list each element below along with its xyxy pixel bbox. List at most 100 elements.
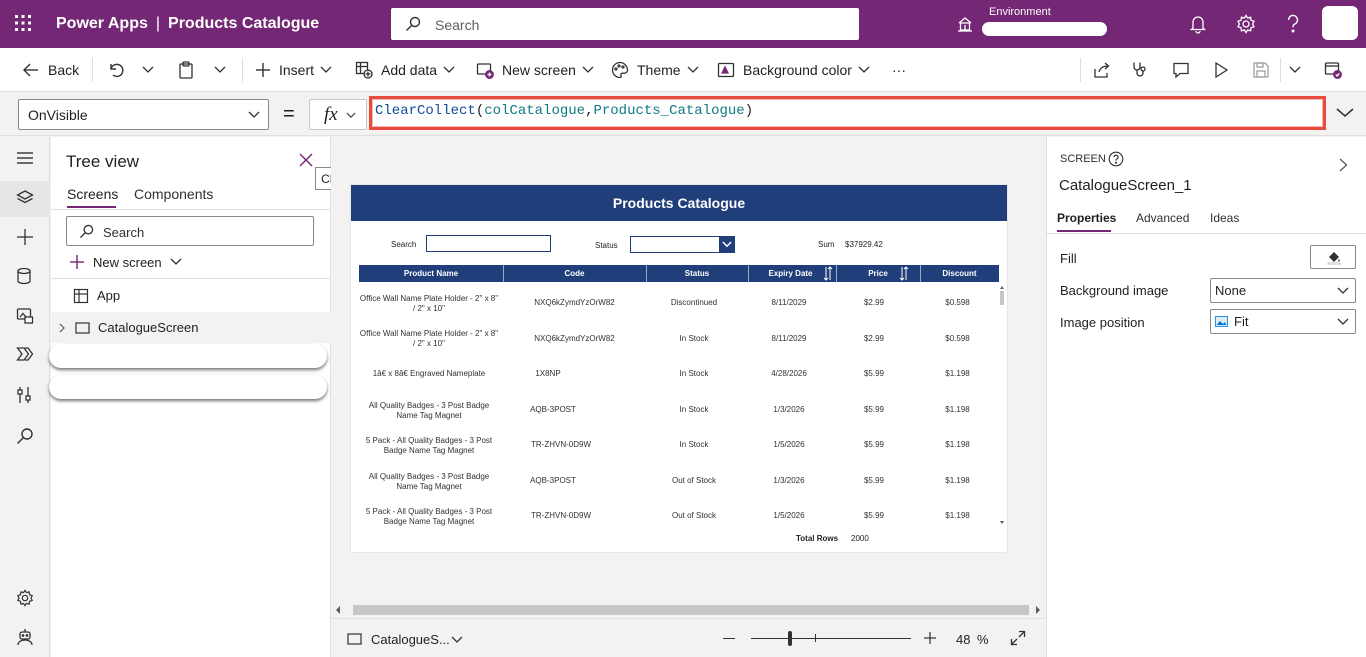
settings-icon[interactable] — [16, 589, 34, 607]
tab-advanced[interactable]: Advanced — [1136, 211, 1189, 225]
tree-search-input[interactable]: Search — [66, 216, 314, 246]
app-launcher-icon[interactable] — [14, 14, 32, 32]
redacted-tree-node[interactable] — [49, 344, 327, 368]
app-checker-button[interactable] — [1131, 58, 1157, 82]
environment-icon[interactable] — [956, 15, 974, 33]
chevron-down-icon[interactable] — [451, 636, 463, 644]
zoom-in-button[interactable] — [923, 631, 937, 645]
chevron-down-icon — [320, 66, 332, 73]
global-search[interactable]: Search — [391, 8, 859, 40]
sort-arrows-icon[interactable] — [899, 266, 909, 281]
tree-node-app[interactable]: App — [51, 280, 331, 311]
media-icon[interactable] — [16, 307, 34, 325]
virtual-agent-icon[interactable] — [16, 628, 34, 646]
function-button[interactable]: fx — [309, 99, 367, 130]
chevron-right-icon[interactable] — [59, 323, 65, 333]
advanced-tools-icon[interactable] — [16, 386, 32, 404]
more-commands-button[interactable]: ··· — [892, 58, 906, 82]
tree-node-screen[interactable]: CatalogueScreen — [51, 312, 331, 343]
background-color-button[interactable]: Background color — [717, 58, 870, 82]
insert-button[interactable]: Insert — [255, 58, 332, 82]
table-row[interactable]: Office Wall Name Plate Holder - 2" x 8" … — [359, 291, 999, 327]
sort-arrows-icon[interactable] — [823, 266, 833, 281]
table-row[interactable]: Office Wall Name Plate Holder - 2" x 8" … — [359, 327, 999, 363]
fit-to-window-icon[interactable] — [1010, 630, 1026, 646]
paste-button[interactable] — [178, 58, 202, 82]
app-preview-screen[interactable]: Products Catalogue Search Status Sum $37… — [351, 185, 1007, 552]
col-header-code[interactable]: Code — [503, 269, 646, 278]
grid-scrollbar[interactable] — [999, 285, 1005, 525]
image-position-label: Image position — [1060, 315, 1145, 330]
dropdown-button[interactable] — [719, 236, 735, 253]
zoom-slider[interactable] — [751, 638, 911, 639]
tab-properties[interactable]: Properties — [1057, 211, 1116, 225]
zoom-slider-thumb[interactable] — [788, 631, 792, 646]
cell-status: In Stock — [679, 405, 709, 414]
tab-screens[interactable]: Screens — [67, 186, 118, 202]
chevron-right-icon[interactable] — [1339, 158, 1348, 172]
zoom-out-button[interactable] — [723, 638, 735, 639]
save-button[interactable] — [1252, 58, 1278, 82]
power-automate-icon[interactable] — [16, 346, 34, 362]
tab-ideas[interactable]: Ideas — [1210, 211, 1239, 225]
tree-node-label: App — [97, 288, 121, 303]
notifications-icon[interactable] — [1189, 14, 1207, 34]
col-header-status[interactable]: Status — [646, 269, 748, 278]
fill-color-picker[interactable] — [1310, 245, 1356, 269]
undo-button[interactable] — [107, 58, 133, 82]
help-icon[interactable] — [1286, 14, 1300, 34]
table-row[interactable]: 5 Pack - All Quality Badges - 3 Post Bad… — [359, 505, 999, 527]
scrollbar-thumb[interactable] — [353, 605, 1029, 615]
col-header-product-name[interactable]: Product Name — [359, 269, 503, 278]
screen-selector[interactable]: CatalogueS... — [371, 632, 450, 647]
table-row[interactable]: 1â€ x 8â€ Engraved Nameplate 1X8NP In St… — [359, 363, 999, 399]
comment-icon — [1173, 62, 1189, 79]
table-row[interactable]: All Quality Badges - 3 Post Badge Name T… — [359, 470, 999, 506]
new-screen-button[interactable]: New screen — [476, 58, 594, 82]
undo-menu-button[interactable] — [142, 58, 162, 82]
save-menu-button[interactable] — [1289, 58, 1309, 82]
table-row[interactable]: 5 Pack - All Quality Badges - 3 Post Bad… — [359, 434, 999, 470]
selected-control-name[interactable]: CatalogueScreen_1 — [1059, 177, 1192, 194]
app-search-input[interactable] — [426, 235, 551, 252]
image-position-dropdown[interactable]: Fit — [1210, 309, 1356, 334]
status-dropdown[interactable] — [630, 236, 735, 253]
close-icon[interactable] — [299, 153, 313, 167]
environment-name-redacted[interactable] — [982, 22, 1107, 36]
formula-text: ClearCollect(colCatalogue,Products_Catal… — [375, 103, 753, 119]
insert-plus-icon[interactable] — [16, 228, 34, 246]
settings-icon[interactable] — [1236, 14, 1256, 34]
document-title[interactable]: Products Catalogue — [168, 15, 319, 32]
comments-button[interactable] — [1172, 58, 1198, 82]
search-icon[interactable] — [16, 427, 34, 445]
formula-input[interactable]: ClearCollect(colCatalogue,Products_Catal… — [369, 96, 1326, 130]
publish-button[interactable] — [1324, 58, 1350, 82]
back-button[interactable]: Back — [22, 58, 79, 82]
redacted-tree-node[interactable] — [49, 375, 327, 399]
hamburger-menu-icon[interactable] — [16, 151, 34, 165]
scroll-left-icon[interactable] — [335, 605, 341, 615]
property-dropdown[interactable]: OnVisible — [18, 99, 269, 130]
canvas-horizontal-scrollbar[interactable] — [331, 602, 1045, 617]
zoom-value[interactable]: 48 — [956, 632, 970, 647]
divider — [1047, 233, 1366, 234]
cell-discount: $1.198 — [945, 440, 970, 449]
user-avatar[interactable] — [1322, 6, 1358, 40]
background-image-dropdown[interactable]: None — [1210, 278, 1356, 303]
help-circle-icon[interactable] — [1108, 151, 1124, 167]
table-row[interactable]: All Quality Badges - 3 Post Badge Name T… — [359, 398, 999, 434]
col-header-expiry[interactable]: Expiry Date — [748, 269, 833, 278]
theme-button[interactable]: Theme — [611, 58, 699, 82]
new-screen-button[interactable]: New screen — [69, 254, 190, 270]
paste-menu-button[interactable] — [214, 58, 234, 82]
share-button[interactable] — [1093, 58, 1119, 82]
col-header-discount[interactable]: Discount — [920, 269, 999, 278]
add-data-button[interactable]: Add data — [355, 58, 455, 82]
data-cylinder-icon[interactable] — [16, 267, 32, 285]
tab-components[interactable]: Components — [134, 186, 213, 202]
preview-button[interactable] — [1213, 58, 1237, 82]
expand-formula-icon[interactable] — [1336, 108, 1354, 118]
scroll-right-icon[interactable] — [1035, 605, 1041, 615]
product-name[interactable]: Power Apps — [56, 15, 148, 32]
tree-view-layers-icon[interactable] — [16, 189, 34, 207]
